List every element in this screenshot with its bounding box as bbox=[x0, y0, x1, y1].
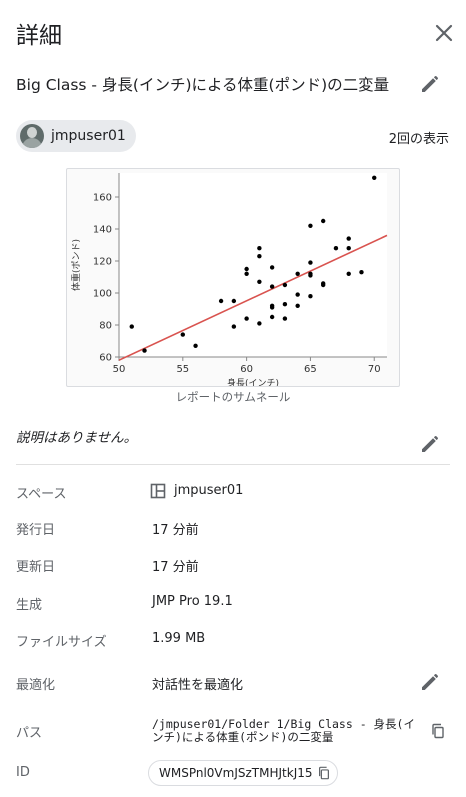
pencil-icon bbox=[422, 673, 439, 690]
data-point bbox=[346, 246, 351, 251]
data-point bbox=[333, 246, 339, 251]
data-point bbox=[231, 298, 237, 304]
avatar bbox=[20, 124, 44, 148]
space-layout-icon bbox=[150, 483, 166, 499]
path-label: パス bbox=[16, 726, 43, 741]
pencil-icon bbox=[422, 435, 439, 452]
data-point bbox=[269, 314, 275, 320]
data-point bbox=[295, 303, 300, 308]
data-point bbox=[282, 316, 288, 321]
id-label: ID bbox=[16, 765, 30, 780]
created-by-label: 生成 bbox=[16, 598, 43, 613]
path-value: /jmpuser01/Folder 1/Big Class - 身長(インチ)に… bbox=[152, 717, 415, 744]
description-text: 説明はありません。 bbox=[16, 430, 138, 446]
y-tick-label: 140 bbox=[93, 225, 112, 236]
x-tick-label: 65 bbox=[304, 364, 317, 375]
data-point bbox=[269, 303, 275, 308]
data-point bbox=[142, 348, 147, 353]
page-title: 詳細 bbox=[16, 23, 62, 49]
y-tick-label: 80 bbox=[99, 321, 112, 332]
owner-chip[interactable]: jmpuser01 bbox=[16, 120, 136, 152]
data-point bbox=[359, 270, 364, 275]
edit-description-button[interactable] bbox=[418, 432, 442, 456]
data-point bbox=[295, 271, 300, 276]
file-size-label: ファイルサイズ bbox=[16, 635, 107, 650]
data-point bbox=[308, 271, 313, 276]
data-point bbox=[257, 254, 262, 259]
data-point bbox=[244, 271, 249, 276]
data-point bbox=[372, 175, 377, 180]
data-point bbox=[218, 298, 224, 304]
pencil-icon bbox=[422, 75, 439, 92]
divider bbox=[16, 464, 450, 465]
data-point bbox=[308, 223, 313, 228]
close-button[interactable] bbox=[431, 20, 457, 46]
published-value: 17 分前 bbox=[152, 523, 199, 538]
copy-path-button[interactable] bbox=[430, 723, 446, 739]
optimization-value: 対話性を最適化 bbox=[152, 678, 244, 693]
y-tick-label: 160 bbox=[93, 193, 112, 204]
data-point bbox=[180, 332, 186, 337]
y-tick-label: 60 bbox=[99, 353, 112, 364]
scatter-chart: 60 80 100 120 140 160 50 55 60 65 70 体重(ポンド) 身長(インチ) bbox=[70, 173, 388, 387]
x-axis-label: 身長(インチ) bbox=[227, 377, 279, 387]
report-thumbnail[interactable]: 60 80 100 120 140 160 50 55 60 65 70 体重(ポンド) 身長(インチ) bbox=[66, 168, 400, 387]
optimization-label: 最適化 bbox=[16, 678, 56, 693]
data-point bbox=[193, 343, 198, 348]
data-point bbox=[295, 292, 300, 297]
edit-title-button[interactable] bbox=[418, 72, 442, 96]
data-point bbox=[308, 294, 313, 299]
x-tick-label: 70 bbox=[368, 364, 381, 375]
published-label: 発行日 bbox=[16, 523, 56, 538]
created-by-value: JMP Pro 19.1 bbox=[152, 594, 233, 609]
data-point bbox=[257, 321, 262, 326]
y-axis-label: 体重(ポンド) bbox=[70, 239, 82, 291]
space-value[interactable]: jmpuser01 bbox=[174, 483, 243, 498]
edit-optimization-button[interactable] bbox=[418, 670, 442, 694]
data-point bbox=[282, 302, 288, 307]
updated-label: 更新日 bbox=[16, 560, 56, 575]
plot-area bbox=[119, 173, 387, 357]
id-chip[interactable]: WMSPnl0VmJSzTMHJtkJ15 bbox=[148, 760, 338, 786]
data-point bbox=[320, 218, 326, 224]
data-point bbox=[308, 260, 313, 265]
data-point bbox=[320, 281, 326, 286]
data-point bbox=[346, 236, 351, 241]
file-size-value: 1.99 MB bbox=[152, 631, 206, 646]
data-point bbox=[244, 266, 249, 272]
thumbnail-caption: レポートのサムネール bbox=[175, 390, 291, 404]
space-label: スペース bbox=[16, 487, 67, 502]
data-point bbox=[257, 246, 262, 251]
data-point bbox=[269, 284, 275, 289]
copy-icon[interactable] bbox=[317, 766, 331, 780]
data-point bbox=[257, 279, 262, 284]
y-tick-label: 100 bbox=[93, 289, 112, 300]
id-value: WMSPnl0VmJSzTMHJtkJ15 bbox=[159, 766, 313, 780]
close-icon bbox=[435, 24, 453, 42]
y-tick-label: 120 bbox=[93, 257, 112, 268]
data-point bbox=[244, 316, 249, 321]
view-count: 2回の表示 bbox=[388, 132, 449, 147]
copy-icon bbox=[432, 723, 444, 739]
data-point bbox=[346, 271, 351, 276]
x-tick-label: 50 bbox=[113, 364, 126, 375]
owner-name: jmpuser01 bbox=[51, 128, 126, 144]
x-tick-label: 55 bbox=[176, 364, 189, 375]
data-point bbox=[269, 265, 275, 270]
data-point bbox=[231, 324, 237, 329]
data-point bbox=[282, 282, 288, 288]
x-tick-label: 60 bbox=[240, 364, 253, 375]
updated-value: 17 分前 bbox=[152, 560, 199, 575]
data-point bbox=[129, 324, 134, 329]
report-title: Big Class - 身長(インチ)による体重(ポンド)の二変量 bbox=[16, 76, 390, 94]
